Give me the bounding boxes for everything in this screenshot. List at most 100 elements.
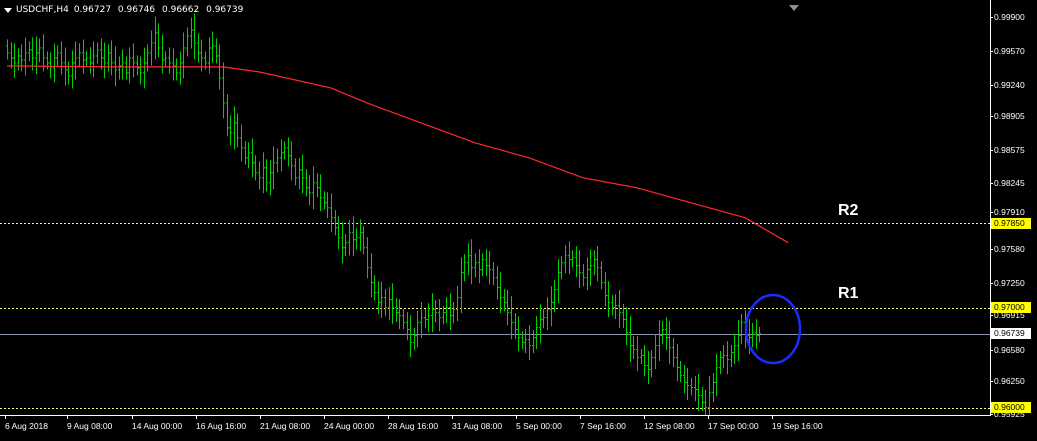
price-bar [712, 372, 715, 403]
price-bar [514, 313, 517, 340]
price-bar [298, 158, 301, 190]
price-bar [701, 386, 704, 412]
price-bar [74, 41, 77, 80]
price-bar [478, 249, 481, 284]
r2-price-label: 0.97850 [991, 218, 1031, 229]
price-bar [438, 299, 441, 332]
price-bar [409, 315, 412, 358]
price-bar [604, 272, 607, 307]
price-bar [600, 261, 603, 290]
chart-shift-marker-icon[interactable] [789, 5, 799, 11]
open-value: 0.96727 [73, 5, 112, 15]
price-tick: 0.97910 [990, 207, 1025, 217]
price-bar [13, 43, 16, 78]
price-bar [355, 228, 358, 250]
price-bar [377, 281, 380, 315]
price-bar [150, 30, 153, 66]
price-bar [474, 253, 477, 278]
price-bar [496, 266, 499, 300]
price-bar [312, 166, 315, 210]
chart-window[interactable]: USDCHF,H4 0.96727 0.96746 0.96662 0.9673… [0, 0, 1037, 441]
price-bar [330, 193, 333, 233]
price-bar [370, 253, 373, 298]
price-bar [740, 314, 743, 345]
price-bar [596, 246, 599, 282]
price-tick: 0.98245 [990, 178, 1025, 188]
price-bar [164, 51, 167, 67]
price-bar [323, 191, 326, 210]
price-bar [85, 51, 88, 67]
price-tick: 0.99570 [990, 46, 1025, 56]
price-bar [193, 13, 196, 60]
price-bar [708, 376, 711, 416]
price-bar [715, 354, 718, 397]
price-bar [578, 250, 581, 289]
price-bar [431, 293, 434, 333]
price-bar [524, 329, 527, 354]
price-bar [539, 304, 542, 344]
price-bar [254, 155, 257, 181]
price-bar [672, 338, 675, 368]
price-bar [467, 243, 470, 276]
price-bar [6, 39, 9, 60]
price-bar [352, 216, 355, 257]
price-bar [434, 300, 437, 323]
price-bar [229, 115, 232, 146]
price-bar [251, 138, 254, 178]
time-tick: 19 Sep 16:00 [772, 416, 823, 431]
price-bar [190, 17, 193, 49]
price-bar [56, 45, 59, 66]
time-tick: 7 Sep 16:00 [580, 416, 626, 431]
price-bar [485, 249, 488, 277]
price-bar [316, 173, 319, 198]
price-bar [575, 246, 578, 278]
time-tick: 24 Aug 00:00 [324, 416, 375, 431]
price-bar [305, 169, 308, 197]
price-bar [60, 41, 63, 75]
price-bar [470, 239, 473, 285]
time-axis[interactable]: 6 Aug 2018 9 Aug 08:00 14 Aug 00:00 16 A… [0, 416, 991, 441]
time-tick: 5 Sep 00:00 [516, 416, 562, 431]
price-bar [726, 341, 729, 375]
price-bar [82, 39, 85, 74]
price-bar [679, 360, 682, 383]
price-bar [373, 275, 376, 301]
price-bar [28, 41, 31, 62]
price-bar [607, 281, 610, 318]
price-tick: 0.97250 [990, 278, 1025, 288]
price-bar [154, 16, 157, 60]
price-bar [308, 175, 311, 206]
price-bar [362, 226, 365, 255]
price-bar [272, 146, 275, 190]
price-bar [388, 287, 391, 321]
price-bar [121, 49, 124, 80]
price-bar [175, 58, 178, 81]
price-bar [20, 44, 23, 72]
price-bar [103, 42, 106, 79]
price-bar [89, 47, 92, 74]
price-bar [647, 351, 650, 385]
time-tick: 6 Aug 2018 [5, 416, 49, 431]
time-tick: 9 Aug 08:00 [67, 416, 113, 431]
price-bar [118, 56, 121, 80]
price-bar [35, 36, 38, 75]
price-bar [618, 290, 621, 329]
price-bar [676, 344, 679, 382]
price-axis[interactable]: 0.99900 0.99570 0.99240 0.98905 0.98575 … [990, 0, 1037, 419]
price-bar [258, 161, 261, 190]
price-bar [571, 250, 574, 268]
price-bar [449, 293, 452, 331]
low-value: 0.96662 [162, 5, 200, 15]
price-bar [402, 309, 405, 330]
price-bar [53, 43, 56, 83]
price-bar [445, 297, 448, 324]
price-bar [197, 33, 200, 63]
price-bar [301, 154, 304, 194]
price-bar [172, 48, 175, 81]
price-bar [625, 307, 628, 346]
price-tick: 0.99900 [990, 12, 1025, 22]
header-dropdown-icon[interactable] [4, 7, 12, 13]
price-bar [704, 389, 707, 416]
price-tick: 0.96250 [990, 376, 1025, 386]
close-value: 0.96739 [206, 5, 244, 15]
